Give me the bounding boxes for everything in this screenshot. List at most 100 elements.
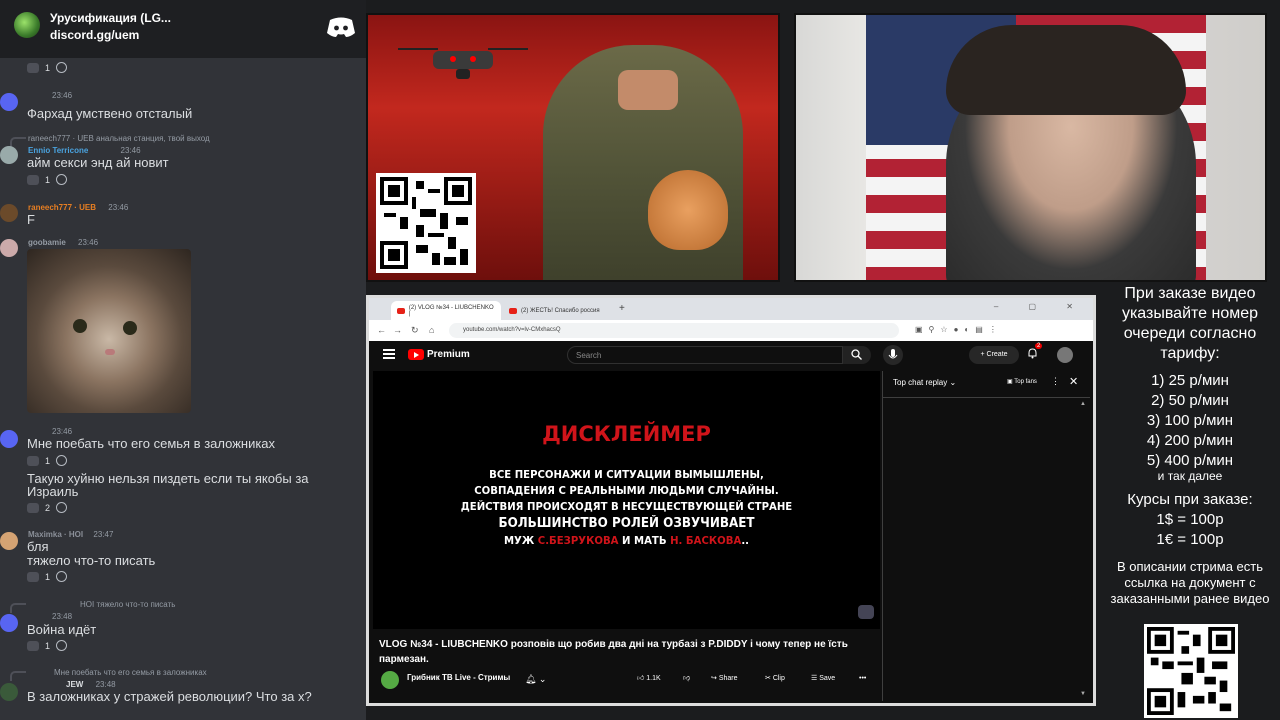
share-button[interactable]: ↪ Share bbox=[711, 672, 738, 686]
emoji-icon bbox=[27, 571, 39, 582]
tariff-item: 3) 100 р/мин bbox=[1146, 412, 1234, 429]
add-reaction-icon[interactable] bbox=[56, 502, 68, 513]
live-chat-panel: Top chat replay ⌄ ▣ Top fans ⋮ ✕ ▲ ▼ bbox=[882, 371, 1090, 701]
server-icon bbox=[14, 12, 40, 38]
youtube-favicon-icon bbox=[509, 307, 517, 314]
tab-bar: (2) VLOG №34 - LIUBCHENKO | (2) ЖЕСТЬ! С… bbox=[369, 298, 1093, 320]
avatar bbox=[0, 204, 18, 222]
microphone-icon[interactable] bbox=[883, 345, 903, 365]
add-reaction-icon[interactable] bbox=[56, 640, 68, 651]
youtube-premium-label[interactable]: Premium bbox=[427, 349, 470, 360]
clip-button[interactable]: ✂ Clip bbox=[765, 672, 785, 686]
message-meta: Maximka · HOI 23:47 bbox=[28, 530, 114, 539]
tab-title: (2) VLOG №34 - LIUBCHENKO | bbox=[408, 304, 494, 317]
top-fans-button[interactable]: ▣ Top fans bbox=[1007, 378, 1037, 385]
add-reaction-icon[interactable] bbox=[56, 571, 68, 582]
reaction-count: 1 bbox=[45, 640, 51, 651]
save-button[interactable]: ☰ Save bbox=[811, 672, 835, 686]
home-icon[interactable]: ⌂ bbox=[429, 325, 434, 335]
like-button[interactable]: 👍︎ 1.1K bbox=[637, 672, 661, 686]
chat-panel-header: Top chat replay ⌄ ▣ Top fans ⋮ ✕ bbox=[883, 371, 1090, 398]
tab-video[interactable]: (2) VLOG №34 - LIUBCHENKO | bbox=[391, 301, 501, 320]
close-icon[interactable]: ✕ bbox=[1069, 375, 1078, 388]
search-icon bbox=[851, 349, 862, 360]
message-text: Война идёт bbox=[27, 622, 97, 637]
avatar bbox=[0, 93, 18, 111]
reaction-count: 1 bbox=[45, 571, 51, 582]
notifications-bell-icon[interactable] bbox=[1027, 348, 1038, 359]
hamburger-menu-icon[interactable] bbox=[383, 349, 395, 359]
scroll-up-icon[interactable]: ▲ bbox=[1080, 401, 1086, 407]
subscription-bell-icon[interactable]: 🔔︎ ⌄ bbox=[525, 674, 546, 685]
new-tab-icon[interactable]: + bbox=[619, 303, 625, 314]
emoji-icon bbox=[27, 640, 39, 651]
tariff-item: 5) 400 р/мин bbox=[1146, 452, 1234, 469]
reload-icon[interactable]: ↻ bbox=[411, 325, 419, 336]
search-input[interactable]: Search bbox=[567, 346, 843, 364]
reaction-bar[interactable]: 2 bbox=[27, 501, 68, 514]
youtube-logo-icon[interactable] bbox=[408, 349, 424, 360]
message-text: F bbox=[27, 212, 35, 227]
more-actions-icon[interactable]: ••• bbox=[859, 672, 866, 686]
search-button[interactable] bbox=[843, 346, 871, 364]
reaction-bar[interactable]: 1 bbox=[27, 570, 68, 583]
avatar bbox=[0, 683, 18, 701]
scroll-down-icon[interactable]: ▼ bbox=[1080, 691, 1086, 697]
message-text: В заложниках у стражей революции? Что за… bbox=[27, 689, 312, 704]
voice-credits-line: МУЖ С.БЕЗРУКОВА И МАТЬ Н. БАСКОВА.. bbox=[503, 534, 750, 547]
create-button[interactable]: + Create bbox=[969, 346, 1019, 364]
address-bar-row: ← → ↻ ⌂ youtube.com/watch?v=lv-CMxhacsQ … bbox=[369, 320, 1093, 341]
tariff-more: и так далее bbox=[1157, 469, 1223, 483]
tariff-item: 1) 25 р/мин bbox=[1151, 372, 1229, 389]
emoji-icon bbox=[27, 62, 39, 73]
reply-preview: Мне поебать что его семья в заложниках bbox=[54, 668, 207, 677]
reaction-count: 1 bbox=[45, 455, 51, 466]
url-field[interactable]: youtube.com/watch?v=lv-CMxhacsQ bbox=[449, 323, 899, 338]
more-options-icon[interactable]: ⋮ bbox=[1051, 376, 1060, 387]
reply-line bbox=[10, 671, 26, 681]
add-reaction-icon[interactable] bbox=[56, 174, 68, 185]
message-text: Фархад умствено отсталый bbox=[27, 106, 193, 121]
chat-header: Урусификация (LG... discord.gg/uem bbox=[0, 0, 366, 58]
window-controls[interactable]: – ▢ ✕ bbox=[994, 302, 1087, 311]
dislike-icon[interactable]: 👎︎ bbox=[683, 672, 690, 686]
reply-preview: raneech777 · UEB анальная станция, твой … bbox=[28, 134, 210, 143]
message-meta: JEW 23:48 bbox=[66, 680, 116, 689]
server-name: Урусификация (LG... bbox=[50, 11, 171, 25]
message-time: 23:48 bbox=[52, 612, 73, 621]
chat-mode-dropdown[interactable]: Top chat replay ⌄ bbox=[893, 378, 956, 387]
video-title: VLOG №34 - LIUBCHENKO розповів що робив … bbox=[379, 639, 848, 665]
channel-avatar[interactable] bbox=[381, 671, 399, 689]
channel-name[interactable]: Грибник ТВ Live - Стримы bbox=[407, 673, 510, 682]
avatar bbox=[0, 146, 18, 164]
avatar bbox=[0, 614, 18, 632]
tariff-item: 4) 200 р/мин bbox=[1146, 432, 1234, 449]
webcam-feed bbox=[794, 13, 1267, 282]
back-icon[interactable]: ← bbox=[377, 325, 386, 335]
emoji-icon bbox=[27, 502, 39, 513]
tab-second[interactable]: (2) ЖЕСТЬ! Спасибо россия bbox=[503, 301, 613, 320]
reply-preview: HOI тяжело что-то писать bbox=[80, 600, 176, 609]
message-text: бля bbox=[27, 539, 49, 554]
reaction-bar[interactable]: 1 bbox=[27, 639, 68, 652]
forward-icon[interactable]: → bbox=[393, 325, 402, 335]
message-time: 23:46 bbox=[52, 427, 73, 436]
add-reaction-icon[interactable] bbox=[56, 455, 68, 466]
reaction-bar[interactable]: 1 bbox=[27, 454, 68, 467]
avatar bbox=[0, 532, 18, 550]
reaction-count: 1 bbox=[45, 174, 51, 185]
account-avatar[interactable] bbox=[1057, 347, 1073, 363]
order-info-panel: При заказе видео указывайте номер очеред… bbox=[1100, 280, 1280, 720]
reaction-bar[interactable]: 1 bbox=[27, 173, 68, 186]
reaction-bar[interactable]: 1 bbox=[27, 61, 68, 74]
discord-chat-overlay: Урусификация (LG... discord.gg/uem 1 23:… bbox=[0, 0, 366, 720]
channel-watermark-icon[interactable] bbox=[858, 605, 874, 619]
extension-icons[interactable]: ▣⚲☆●◐▤⋮ bbox=[915, 325, 1003, 334]
reply-line bbox=[10, 603, 26, 613]
soldier-face bbox=[618, 70, 678, 110]
add-reaction-icon[interactable] bbox=[56, 62, 68, 73]
youtube-header: Premium Search + Create 2 bbox=[369, 341, 1093, 371]
cat-image-attachment[interactable] bbox=[27, 249, 191, 413]
video-player[interactable]: ДИСКЛЕЙМЕР ВСЕ ПЕРСОНАЖИ И СИТУАЦИИ ВЫМЫ… bbox=[373, 371, 880, 629]
disclaimer-line: ДЕЙСТВИЯ ПРОИСХОДЯТ В НЕСУЩЕСТВУЮЩЕЙ СТР… bbox=[460, 500, 793, 513]
